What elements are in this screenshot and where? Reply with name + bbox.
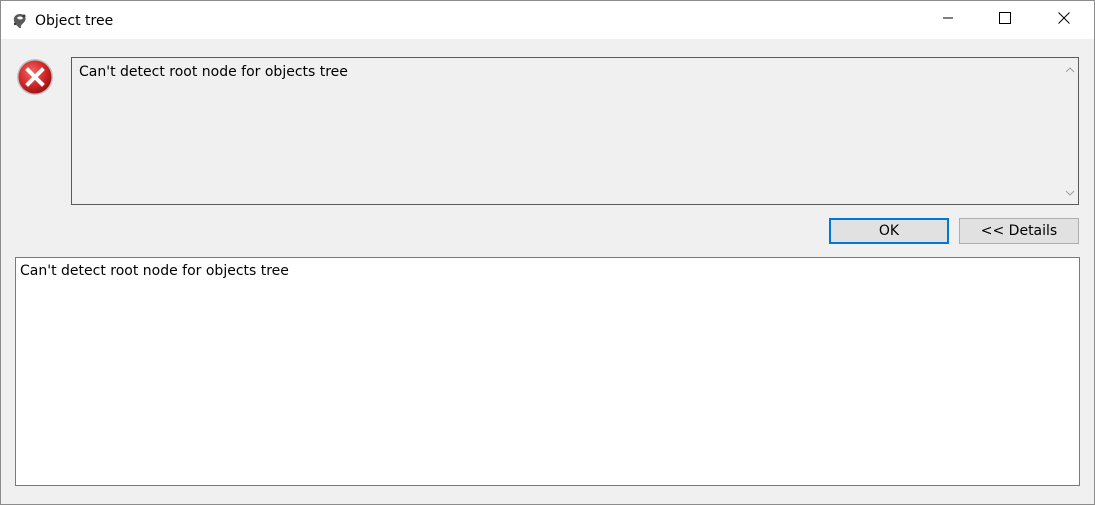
- maximize-icon: [999, 12, 1011, 28]
- window-title: Object tree: [35, 13, 114, 29]
- details-text-area[interactable]: Can't detect root node for objects tree: [15, 257, 1080, 486]
- message-scrollbar[interactable]: [1061, 58, 1078, 204]
- chevron-up-icon[interactable]: [1061, 61, 1078, 78]
- error-message-box[interactable]: Can't detect root node for objects tree: [71, 57, 1079, 205]
- title-bar[interactable]: Object tree: [1, 1, 1094, 39]
- close-button[interactable]: [1041, 1, 1087, 39]
- ok-button[interactable]: OK: [829, 218, 949, 244]
- details-toggle-button[interactable]: << Details: [959, 218, 1079, 244]
- maximize-button[interactable]: [982, 1, 1028, 39]
- minimize-button[interactable]: [925, 1, 971, 39]
- details-text: Can't detect root node for objects tree: [20, 263, 289, 279]
- error-icon: [15, 57, 55, 97]
- app-logo-icon: [11, 12, 29, 30]
- minimize-icon: [942, 12, 954, 28]
- chevron-down-icon[interactable]: [1061, 184, 1078, 201]
- error-message-text: Can't detect root node for objects tree: [79, 64, 348, 80]
- close-icon: [1058, 12, 1070, 28]
- dialog-window: Object tree Can't detect root node for o…: [0, 0, 1095, 505]
